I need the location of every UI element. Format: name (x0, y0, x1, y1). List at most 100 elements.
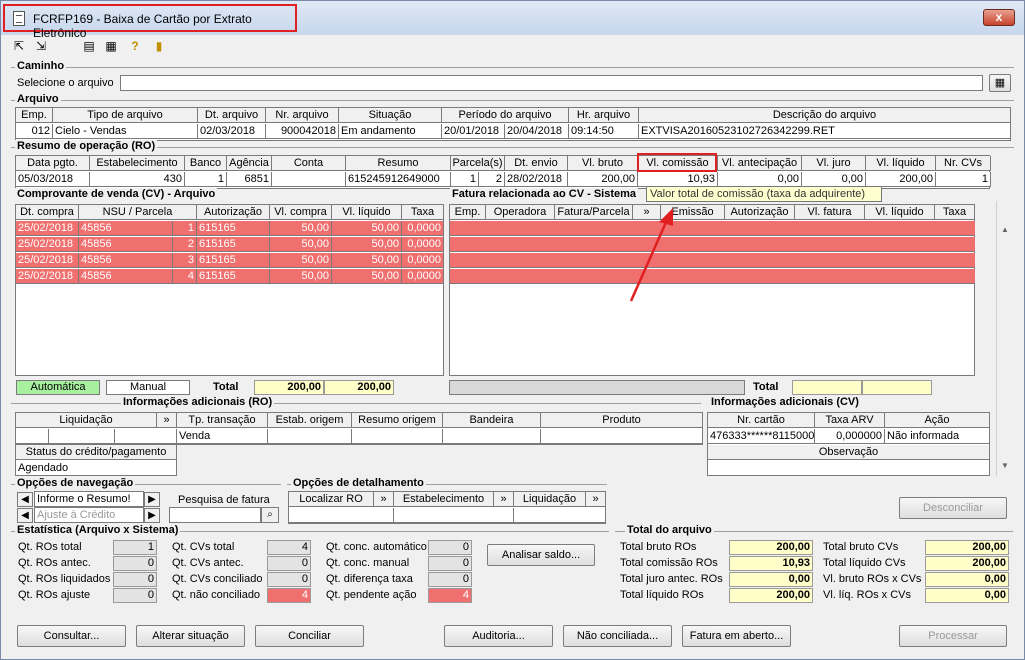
cell-periodo-fim[interactable]: 20/04/2018 (505, 124, 569, 139)
cv-row[interactable]: 25/02/2018 45856 4 615165 50,00 50,00 0,… (16, 269, 444, 285)
consultar-button[interactable]: Consultar... (17, 625, 126, 647)
auditoria-button[interactable]: Auditoria... (444, 625, 553, 647)
cell-dt-envio[interactable]: 28/02/2018 (505, 172, 568, 187)
cell-parcela-1[interactable]: 1 (451, 172, 479, 187)
analisar-saldo-button[interactable]: Analisar saldo... (487, 544, 595, 566)
file-path-input[interactable] (120, 75, 983, 91)
localizar-ro-input[interactable] (289, 508, 394, 523)
estabelecimento-label: Estabelecimento (394, 492, 494, 507)
col-vl-antecipacao: Vl. antecipação (718, 156, 802, 171)
col-vl-liquido-cv: Vl. líquido (332, 205, 402, 220)
nav-group-title: Opções de navegação (15, 477, 136, 489)
fatura-row[interactable] (450, 269, 975, 284)
printer-icon[interactable]: ▤ (81, 38, 97, 54)
cell-emp[interactable]: 012 (16, 124, 53, 139)
cell-agencia[interactable]: 6851 (227, 172, 272, 187)
col-nr-cvs: Nr. CVs (936, 156, 991, 171)
scroll-up-icon[interactable]: ▲ (997, 225, 1013, 234)
localizar-expand-button[interactable]: » (374, 492, 394, 507)
cell-parcela-2[interactable]: 2 (479, 172, 505, 187)
nav-prev-icon[interactable]: ◀ (17, 492, 33, 507)
cv-row[interactable]: 25/02/2018 45856 1 615165 50,00 50,00 0,… (16, 221, 444, 237)
col-nr-arquivo: Nr. arquivo (266, 108, 339, 123)
cell-vl-liquido[interactable]: 200,00 (866, 172, 936, 187)
cell-vl-antecipacao[interactable]: 0,00 (718, 172, 802, 187)
cell-estab-origem[interactable] (268, 429, 352, 444)
cell-hora[interactable]: 09:14:50 (569, 124, 639, 139)
fatura-table: Emp. Operadora Fatura/Parcela » Emissão … (449, 204, 975, 376)
status-credito-value[interactable]: Agendado (16, 461, 177, 476)
fatura-row[interactable] (450, 221, 975, 236)
cell-liq-3[interactable] (115, 429, 177, 444)
cell-bandeira[interactable] (443, 429, 541, 444)
fatura-scroll-bar[interactable] (449, 380, 745, 395)
right-scrollbar[interactable]: ▲ ▼ (996, 201, 1012, 476)
cell-estab[interactable]: 430 (90, 172, 185, 187)
liquidacao-expand-button[interactable]: » (157, 413, 177, 428)
total-value: 200,00 (729, 540, 813, 555)
cell-banco[interactable]: 1 (185, 172, 227, 187)
cell-dt[interactable]: 02/03/2018 (198, 124, 266, 139)
liq-expand-button[interactable]: » (586, 492, 606, 507)
col-nr-cartao: Nr. cartão (708, 413, 815, 428)
cell-nr[interactable]: 900042018 (266, 124, 339, 139)
nav-next-icon[interactable]: ▶ (144, 492, 160, 507)
stat-value: 0 (428, 540, 472, 555)
close-button[interactable]: x (983, 9, 1015, 26)
cell-nr-cvs[interactable]: 1 (936, 172, 991, 187)
cell-periodo-ini[interactable]: 20/01/2018 (442, 124, 505, 139)
cell-vl-juro[interactable]: 0,00 (802, 172, 866, 187)
resumo-search-input[interactable]: Informe o Resumo! (34, 491, 144, 507)
export-icon[interactable]: ⇲ (33, 38, 49, 54)
fatura-row[interactable] (450, 253, 975, 268)
observacao-value[interactable] (708, 461, 990, 476)
back-arrow-icon[interactable]: ⇱ (11, 38, 27, 54)
cv-row[interactable]: 25/02/2018 45856 3 615165 50,00 50,00 0,… (16, 253, 444, 269)
cv-vl: 50,00 (332, 269, 402, 284)
help-icon[interactable]: ? (127, 38, 143, 54)
stat-label: Qt. conc. automático (326, 541, 427, 553)
browse-file-icon[interactable]: ▦ (989, 74, 1011, 92)
observacao-label: Observação (708, 445, 990, 460)
pesquisa-fatura-input[interactable] (169, 507, 261, 523)
cell-resumo[interactable]: 615245912649000 (346, 172, 451, 187)
col-emp: Emp. (16, 108, 53, 123)
cv-row[interactable]: 25/02/2018 45856 2 615165 50,00 50,00 0,… (16, 237, 444, 253)
cell-liq-2[interactable] (49, 429, 115, 444)
fatura-aberto-button[interactable]: Fatura em aberto... (682, 625, 791, 647)
conciliar-button[interactable]: Conciliar (255, 625, 364, 647)
cell-liq-1[interactable] (16, 429, 49, 444)
estabelecimento-input[interactable] (394, 508, 514, 523)
alterar-situacao-button[interactable]: Alterar situação (136, 625, 245, 647)
desconciliar-button[interactable]: Desconciliar (899, 497, 1007, 519)
cell-taxa-arv[interactable]: 0,000000 (815, 429, 885, 444)
nao-conciliada-button[interactable]: Não conciliada... (563, 625, 672, 647)
liquidacao-input[interactable] (514, 508, 606, 523)
ajuste-prev-icon[interactable]: ◀ (17, 508, 33, 523)
cell-descricao[interactable]: EXTVISA20160523102726342299.RET (639, 124, 1011, 139)
cell-tp-transacao[interactable]: Venda (177, 429, 268, 444)
fatura-row[interactable] (450, 237, 975, 252)
col-fat-vl-liquido: Vl. líquido (865, 205, 935, 220)
processar-button[interactable]: Processar (899, 625, 1007, 647)
cell-nr-cartao[interactable]: 476333******8115000 (708, 429, 815, 444)
cell-data-pgto[interactable]: 05/03/2018 (16, 172, 90, 187)
exit-door-icon[interactable]: ▮ (151, 38, 167, 54)
cell-produto[interactable] (541, 429, 703, 444)
col-nsu-parcela: NSU / Parcela (79, 205, 197, 220)
calculator-icon[interactable]: ▦ (103, 38, 119, 54)
ajuste-next-icon[interactable]: ▶ (144, 508, 160, 523)
col-conta: Conta (272, 156, 346, 171)
ajuste-select[interactable]: Ajuste à Crédito (34, 507, 144, 523)
cell-vl-comissao[interactable]: 10,93 (638, 172, 718, 187)
scroll-down-icon[interactable]: ▼ (997, 461, 1013, 470)
total-value: 10,93 (729, 556, 813, 571)
cell-vl-bruto[interactable]: 200,00 (568, 172, 638, 187)
estab-expand-button[interactable]: » (494, 492, 514, 507)
cell-resumo-origem[interactable] (352, 429, 443, 444)
cell-conta-redacted[interactable] (272, 172, 346, 187)
cell-situacao[interactable]: Em andamento (339, 124, 442, 139)
cell-acao[interactable]: Não informada (885, 429, 990, 444)
search-icon[interactable]: ⌕ (261, 507, 279, 523)
cell-tipo[interactable]: Cielo - Vendas (53, 124, 198, 139)
